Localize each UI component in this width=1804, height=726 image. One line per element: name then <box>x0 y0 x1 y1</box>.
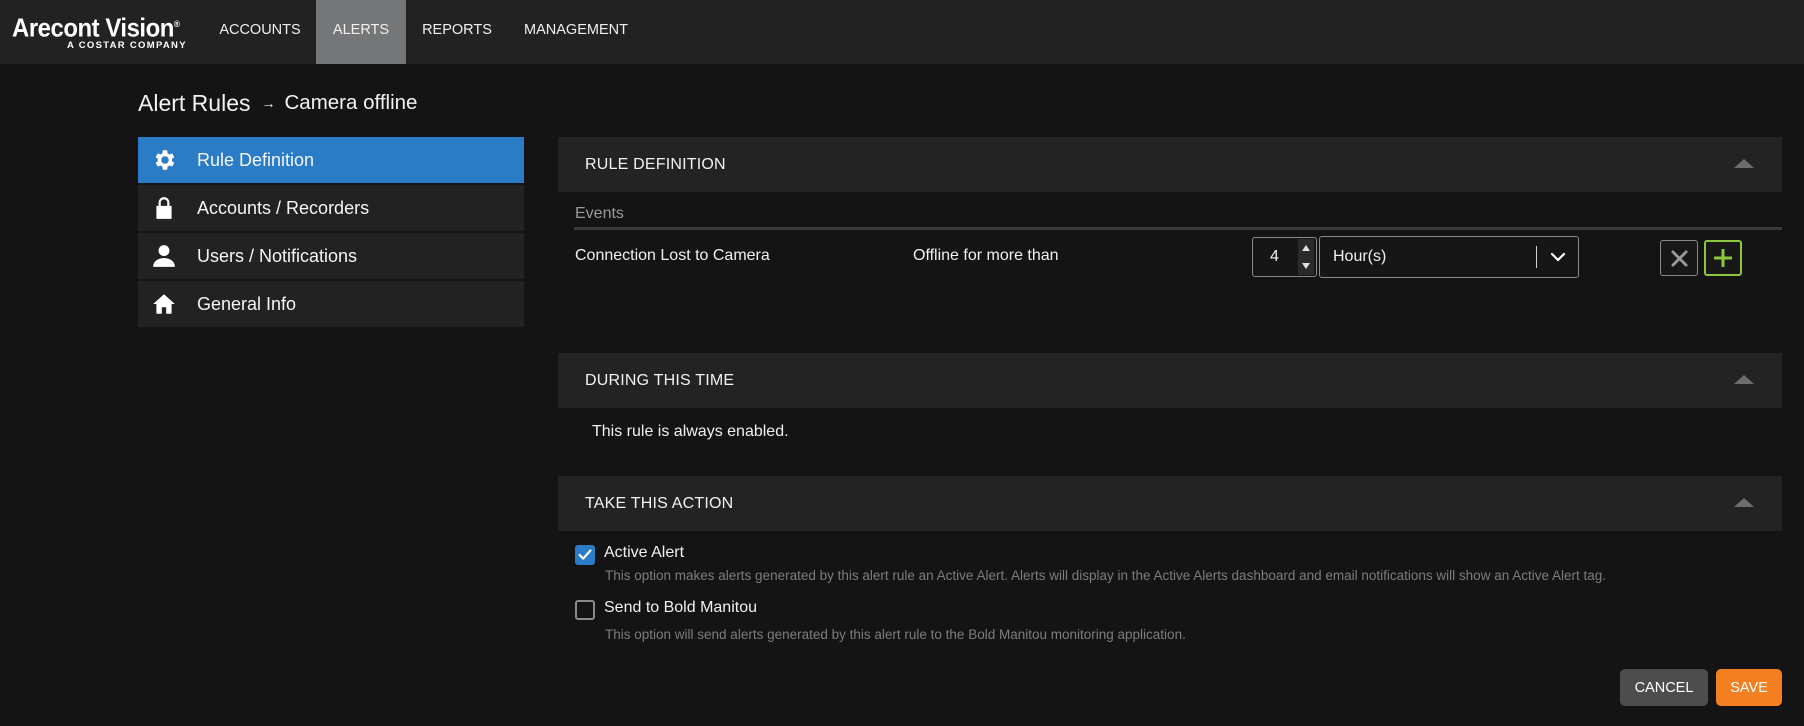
lock-icon <box>150 194 178 222</box>
checkmark-icon <box>578 549 592 560</box>
home-icon <box>150 290 178 318</box>
nav-accounts[interactable]: ACCOUNTS <box>205 0 315 64</box>
duration-stepper[interactable]: 4 <box>1252 237 1317 277</box>
nav-alerts[interactable]: ALERTS <box>316 0 406 64</box>
panel-title: TAKE THIS ACTION <box>585 495 734 512</box>
breadcrumb-alert-rules[interactable]: Alert Rules <box>138 90 250 117</box>
user-icon <box>150 242 178 270</box>
event-condition: Offline for more than <box>913 247 1059 264</box>
during-this-time-header[interactable]: DURING THIS TIME <box>558 353 1782 408</box>
collapse-arrow-icon[interactable] <box>1734 375 1754 384</box>
close-icon <box>1670 249 1688 267</box>
breadcrumb-arrow-icon: → <box>261 95 276 111</box>
nav-reports[interactable]: REPORTS <box>407 0 507 64</box>
breadcrumb: Alert Rules → Camera offline <box>138 89 417 117</box>
event-name: Connection Lost to Camera <box>575 247 770 264</box>
gear-icon <box>150 146 178 174</box>
send-to-bold-manitou-label[interactable]: Send to Bold Manitou <box>604 599 757 617</box>
remove-event-button[interactable] <box>1660 240 1698 276</box>
take-this-action-header[interactable]: TAKE THIS ACTION <box>558 476 1782 531</box>
sidebar-item-rule-definition[interactable]: Rule Definition <box>138 137 524 185</box>
duration-value[interactable]: 4 <box>1270 238 1279 276</box>
rule-definition-header[interactable]: RULE DEFINITION <box>558 137 1782 192</box>
top-navigation-bar: Arecont Vision® A COSTAR COMPANY ACCOUNT… <box>0 0 1804 64</box>
sidebar-item-users-notifications[interactable]: Users / Notifications <box>138 233 524 281</box>
cancel-button[interactable]: CANCEL <box>1620 669 1708 706</box>
plus-icon <box>1714 249 1732 267</box>
arecont-vision-logo[interactable]: Arecont Vision® A COSTAR COMPANY <box>12 10 192 56</box>
active-alert-checkbox[interactable] <box>575 545 595 565</box>
panel-title: DURING THIS TIME <box>585 372 735 389</box>
logo-tagline: A COSTAR COMPANY <box>67 40 187 51</box>
breadcrumb-current-rule: Camera offline <box>284 91 418 114</box>
sidebar: Rule Definition Accounts / Recorders Use… <box>138 137 524 329</box>
duration-unit-select[interactable]: Hour(s) <box>1319 236 1579 278</box>
stepper-down-icon[interactable] <box>1298 257 1314 275</box>
schedule-status-text: This rule is always enabled. <box>592 423 789 440</box>
sidebar-item-accounts-recorders[interactable]: Accounts / Recorders <box>138 185 524 233</box>
stepper-up-icon[interactable] <box>1298 239 1314 257</box>
events-label: Events <box>575 205 624 222</box>
events-divider <box>574 227 1782 230</box>
collapse-arrow-icon[interactable] <box>1734 498 1754 507</box>
sidebar-item-label: General Info <box>197 293 297 314</box>
chevron-down-icon <box>1550 252 1566 262</box>
send-to-bold-manitou-checkbox[interactable] <box>575 600 595 620</box>
sidebar-item-label: Rule Definition <box>197 149 315 170</box>
panel-title: RULE DEFINITION <box>585 156 726 173</box>
nav-management[interactable]: MANAGEMENT <box>511 0 641 64</box>
add-event-button[interactable] <box>1704 240 1742 276</box>
logo-wordmark: Arecont Vision® <box>12 12 180 43</box>
select-separator <box>1536 246 1537 268</box>
sidebar-item-label: Accounts / Recorders <box>197 197 370 218</box>
collapse-arrow-icon[interactable] <box>1734 159 1754 168</box>
send-to-bold-manitou-description: This option will send alerts generated b… <box>605 627 1186 642</box>
sidebar-item-label: Users / Notifications <box>197 245 358 266</box>
save-button[interactable]: SAVE <box>1716 669 1782 706</box>
active-alert-label[interactable]: Active Alert <box>604 544 684 562</box>
sidebar-item-general-info[interactable]: General Info <box>138 281 524 329</box>
active-alert-description: This option makes alerts generated by th… <box>605 568 1607 583</box>
duration-unit-value: Hour(s) <box>1333 248 1387 265</box>
